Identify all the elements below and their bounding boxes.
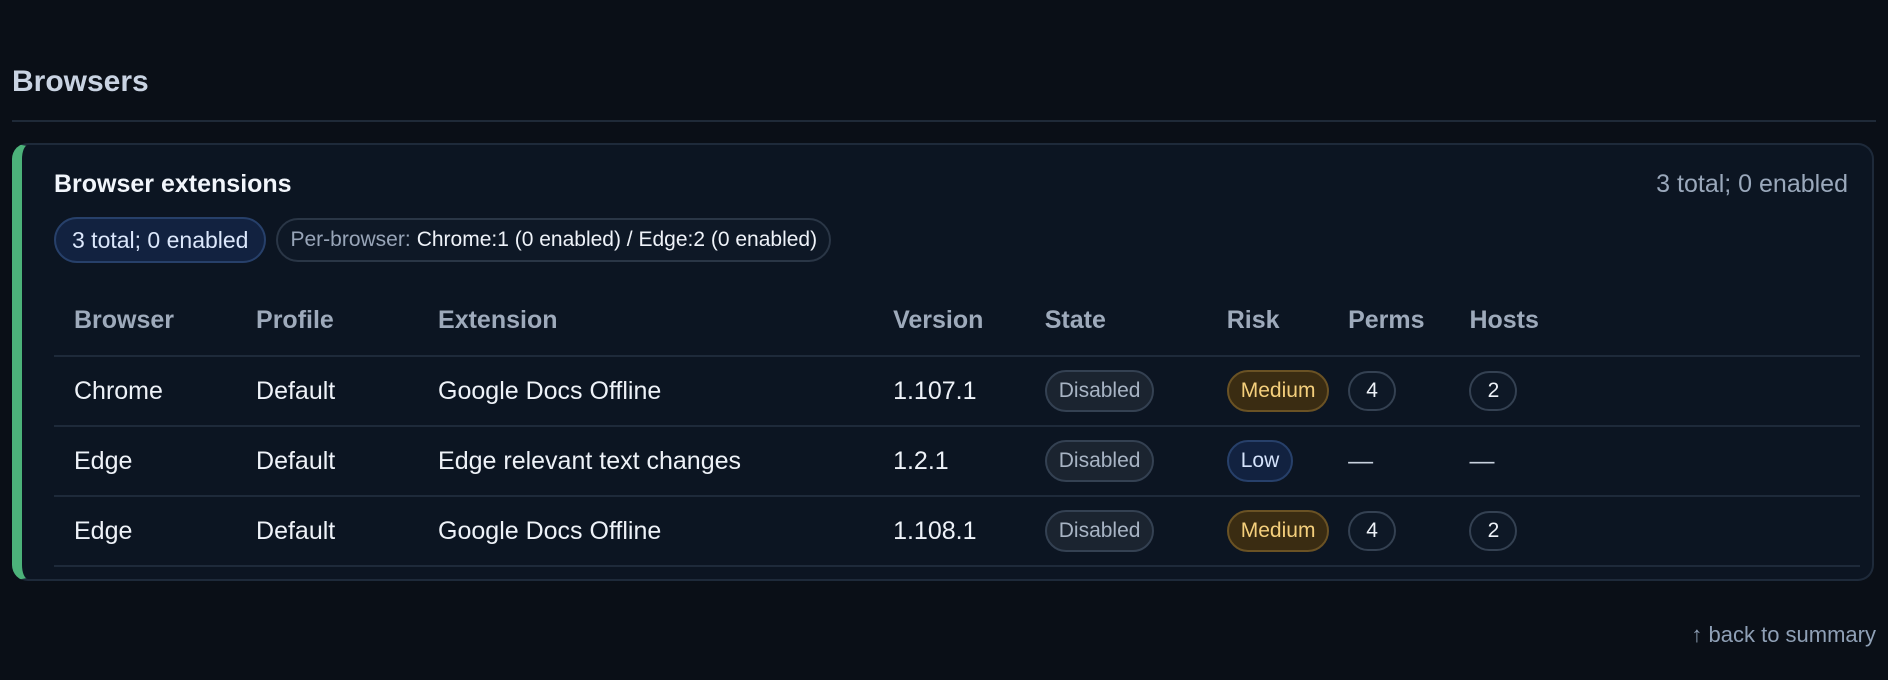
cell-profile: Default: [236, 356, 419, 427]
summary-pills: 3 total; 0 enabled Per-browser: Chrome:1…: [54, 217, 832, 263]
cell-browser: Edge: [54, 426, 237, 497]
column-header-extension: Extension: [418, 285, 874, 357]
cell-browser: Chrome: [54, 356, 237, 427]
cell-browser: Edge: [54, 496, 237, 567]
table-row: Edge Default Google Docs Offline 1.108.1…: [54, 496, 1860, 567]
risk-badge: Medium: [1226, 370, 1330, 412]
risk-badge: Low: [1226, 440, 1294, 482]
table-header-row: Browser Profile Extension Version State …: [54, 285, 1860, 357]
hosts-empty: —: [1469, 446, 1495, 475]
column-header-hosts: Hosts: [1449, 285, 1860, 357]
cell-extension: Google Docs Offline: [418, 356, 874, 427]
section-divider: [12, 120, 1876, 122]
cell-state: Disabled: [1024, 356, 1207, 427]
column-header-profile: Profile: [236, 285, 419, 357]
cell-hosts: 2: [1449, 496, 1860, 567]
per-browser-value: Chrome:1 (0 enabled) / Edge:2 (0 enabled…: [416, 228, 818, 251]
cell-risk: Medium: [1206, 496, 1330, 567]
browser-extensions-card: Browser extensions 3 total; 0 enabled 3 …: [12, 143, 1874, 581]
page: Browsers Browser extensions 3 total; 0 e…: [0, 0, 1888, 680]
state-badge: Disabled: [1044, 370, 1155, 412]
section-title: Browsers: [12, 65, 149, 98]
state-badge: Disabled: [1044, 510, 1155, 552]
table-row: Edge Default Edge relevant text changes …: [54, 426, 1860, 497]
cell-perms: 4: [1328, 356, 1450, 427]
cell-profile: Default: [236, 496, 419, 567]
cell-state: Disabled: [1024, 426, 1207, 497]
perms-count-badge: 4: [1348, 371, 1397, 411]
total-pill: 3 total; 0 enabled: [54, 217, 267, 263]
risk-badge: Medium: [1226, 510, 1330, 552]
column-header-state: State: [1024, 285, 1207, 357]
cell-risk: Medium: [1206, 356, 1330, 427]
column-header-version: Version: [873, 285, 1025, 357]
cell-version: 1.2.1: [873, 426, 1025, 497]
cell-perms: 4: [1328, 496, 1450, 567]
cell-extension: Google Docs Offline: [418, 496, 874, 567]
cell-risk: Low: [1206, 426, 1329, 497]
back-to-summary-link[interactable]: ↑ back to summary: [1691, 620, 1876, 650]
per-browser-pill: Per-browser: Chrome:1 (0 enabled) / Edge…: [276, 218, 832, 262]
cell-version: 1.107.1: [873, 356, 1025, 427]
cell-hosts: 2: [1449, 356, 1860, 427]
table-row: Chrome Default Google Docs Offline 1.107…: [54, 356, 1860, 427]
column-header-browser: Browser: [54, 285, 237, 357]
column-header-perms: Perms: [1328, 285, 1450, 357]
hosts-count-badge: 2: [1469, 371, 1518, 411]
cell-hosts: —: [1449, 426, 1860, 497]
per-browser-label: Per-browser:: [290, 228, 411, 251]
column-header-risk: Risk: [1206, 285, 1329, 357]
card-summary: 3 total; 0 enabled: [1656, 170, 1848, 198]
cell-state: Disabled: [1024, 496, 1207, 567]
state-badge: Disabled: [1044, 440, 1155, 482]
hosts-count-badge: 2: [1469, 511, 1518, 551]
cell-version: 1.108.1: [873, 496, 1025, 567]
perms-count-badge: 4: [1348, 511, 1397, 551]
cell-profile: Default: [236, 426, 419, 497]
cell-perms: —: [1328, 426, 1450, 497]
extensions-table: Browser Profile Extension Version State …: [54, 285, 1860, 567]
card-title: Browser extensions: [54, 170, 292, 198]
cell-extension: Edge relevant text changes: [418, 426, 874, 497]
perms-empty: —: [1348, 446, 1374, 475]
